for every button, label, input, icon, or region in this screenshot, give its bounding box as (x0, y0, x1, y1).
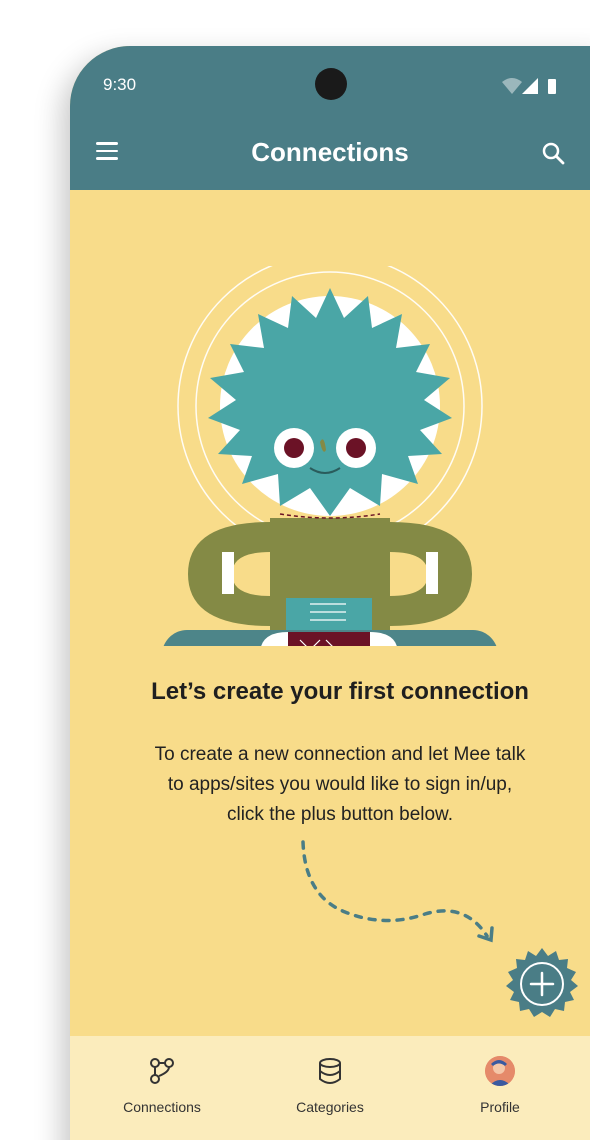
nav-item-profile[interactable]: Profile (430, 1056, 570, 1115)
nav-label-categories: Categories (296, 1099, 364, 1115)
nav-label-profile: Profile (480, 1099, 520, 1115)
connections-icon (150, 1058, 174, 1084)
meditating-character-illustration (163, 266, 497, 646)
battery-icon (548, 79, 556, 94)
wifi-icon (502, 78, 522, 94)
empty-state-description: To create a new connection and let Mee t… (100, 740, 580, 830)
status-time: 9:30 (103, 75, 137, 94)
description-line: to apps/sites you would like to sign in/… (167, 774, 513, 795)
empty-state-headline: Let’s create your first connection (151, 678, 529, 705)
page-title: Connections (251, 137, 409, 167)
camera-cutout (315, 68, 347, 100)
signal-icon (522, 78, 538, 94)
add-connection-button[interactable] (506, 948, 578, 1020)
phone-screen: 9:30 Connections Let’s create your first… (70, 46, 590, 1140)
search-icon[interactable] (540, 140, 568, 168)
database-icon (319, 1058, 341, 1084)
nav-item-connections[interactable]: Connections (92, 1056, 232, 1115)
avatar-icon (485, 1056, 515, 1086)
character-head (208, 288, 452, 516)
dashed-arrow-decoration (301, 840, 494, 943)
character-device (286, 598, 372, 632)
description-line: To create a new connection and let Mee t… (154, 744, 526, 765)
description-line: click the plus button below. (226, 804, 454, 825)
status-icons (502, 78, 556, 94)
app-bar: Connections (70, 118, 590, 190)
status-bar: 9:30 (70, 46, 590, 118)
bottom-navigation: Connections Categories Profile (70, 1036, 590, 1140)
nav-label-connections: Connections (123, 1099, 201, 1115)
nav-item-categories[interactable]: Categories (260, 1056, 400, 1115)
